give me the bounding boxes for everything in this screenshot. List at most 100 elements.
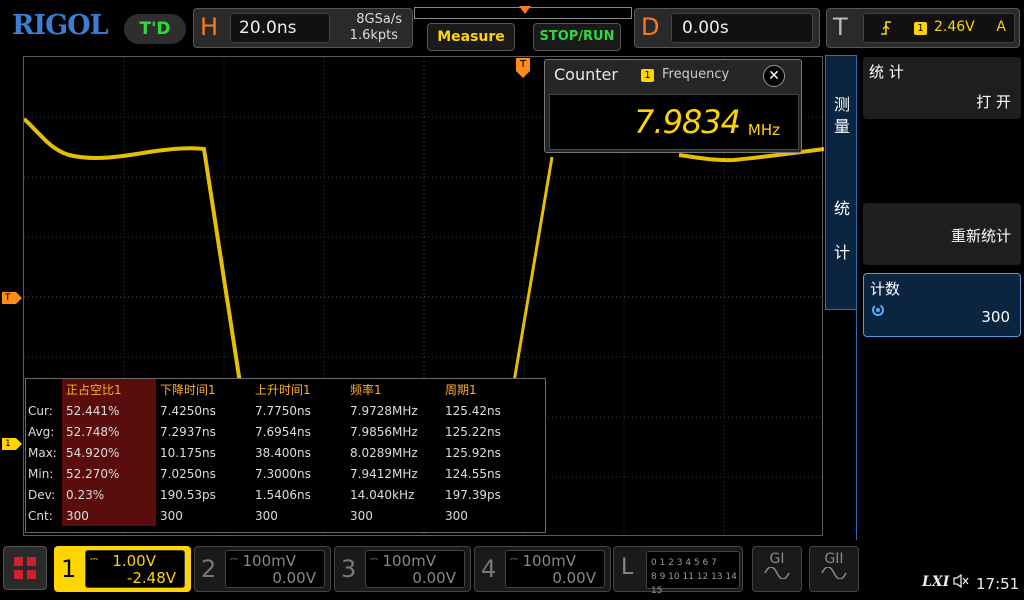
channel-scale: 100mV bbox=[382, 552, 436, 570]
channel-readout: ⎓ 100mV 0.00V bbox=[365, 550, 465, 588]
channel-scale: 100mV bbox=[242, 552, 296, 570]
counter-window[interactable]: Counter 1 Frequency ✕ 7.9834 MHz bbox=[544, 59, 802, 153]
lxi-logo: LXI bbox=[922, 574, 950, 590]
stats-cell: 0.23% bbox=[62, 484, 156, 505]
run-state-badge[interactable]: T'D bbox=[124, 14, 186, 44]
timebase-value: 20.0ns bbox=[230, 13, 330, 43]
stats-header-cell: 正占空比1 bbox=[62, 379, 156, 400]
trigger-label: T bbox=[833, 13, 848, 41]
home-menu-button[interactable] bbox=[3, 546, 47, 590]
trigger-source-badge: 1 bbox=[914, 22, 927, 35]
menu-item-value: 重新统计 bbox=[950, 227, 1011, 245]
menu-tab[interactable]: 测 量 统 计 bbox=[825, 55, 857, 310]
channel-scale: 1.00V bbox=[112, 552, 156, 570]
sample-rate: 8GSa/s bbox=[356, 12, 402, 27]
stats-cell: Dev: bbox=[28, 487, 56, 502]
menu-item-reset-statistics[interactable]: 重新统计 bbox=[863, 203, 1021, 265]
menu-tab-char: 测 bbox=[834, 95, 851, 114]
stats-cell: Cur: bbox=[28, 403, 53, 418]
clock: 17:51 bbox=[976, 575, 1020, 593]
stats-row: Cur: 52.441% 7.4250ns 7.7750ns 7.9728MHz… bbox=[26, 400, 536, 421]
close-icon[interactable]: ✕ bbox=[763, 65, 785, 87]
stats-cell: 125.42ns bbox=[445, 403, 501, 418]
stats-cell: 300 bbox=[255, 508, 278, 523]
counter-value-box: 7.9834 MHz bbox=[549, 94, 799, 150]
horizontal-label: H bbox=[200, 13, 219, 41]
channel-readout: ⎓ 1.00V -2.48V bbox=[85, 550, 185, 588]
stats-cell: 300 bbox=[350, 508, 373, 523]
channel-2-box[interactable]: 2 ⎓ 100mV 0.00V bbox=[194, 546, 331, 592]
stats-header-cell bbox=[26, 379, 62, 400]
menu-item-value: 300 bbox=[981, 308, 1010, 326]
stats-cell: 124.55ns bbox=[445, 466, 501, 481]
logic-label: L bbox=[621, 555, 634, 580]
stats-cell: 54.920% bbox=[62, 442, 156, 463]
delay-panel[interactable]: D 0.00s bbox=[634, 8, 820, 48]
stats-header-cell: 频率1 bbox=[350, 383, 382, 397]
measure-button[interactable]: Measure bbox=[427, 23, 515, 51]
stats-cell: 52.441% bbox=[62, 400, 156, 421]
channel-1-offset-marker[interactable]: 1 bbox=[2, 438, 22, 450]
generator-1-button[interactable]: GI bbox=[752, 546, 802, 592]
channel-3-box[interactable]: 3 ⎓ 100mV 0.00V bbox=[334, 546, 471, 592]
home-icon bbox=[14, 570, 23, 579]
stats-cell: 14.040kHz bbox=[350, 487, 415, 502]
delay-value: 0.00s bbox=[671, 13, 813, 43]
menu-item-value: 打 开 bbox=[976, 93, 1011, 111]
stats-cell: Cnt: bbox=[28, 508, 53, 523]
dc-coupling-icon: ⎓ bbox=[370, 554, 378, 565]
menu-tab-char: 计 bbox=[834, 243, 851, 262]
stats-cell: Avg: bbox=[28, 424, 55, 439]
measurement-statistics-table[interactable]: 正占空比1 下降时间1 上升时间1 频率1 周期1 Cur: 52.441% 7… bbox=[25, 378, 546, 533]
stats-header-cell: 下降时间1 bbox=[160, 383, 216, 397]
stats-header-cell: 周期1 bbox=[445, 383, 477, 397]
channel-1-trace-rise bbox=[512, 156, 554, 383]
stats-cell: 300 bbox=[62, 505, 156, 526]
channel-number: 4 bbox=[481, 555, 497, 583]
channel-offset: 0.00V bbox=[552, 569, 596, 587]
memory-depth: 1.6kpts bbox=[349, 28, 398, 43]
stats-cell: 7.0250ns bbox=[160, 466, 216, 481]
channel-1-box[interactable]: 1 ⎓ 1.00V -2.48V bbox=[54, 546, 191, 592]
trigger-level-marker[interactable]: T bbox=[2, 292, 22, 304]
channel-offset: 0.00V bbox=[272, 569, 316, 587]
stats-cell: 7.2937ns bbox=[160, 424, 216, 439]
logic-row: 8 9 10 11 12 13 14 15 bbox=[651, 572, 737, 596]
sine-wave-icon bbox=[753, 566, 801, 583]
channel-readout: ⎓ 100mV 0.00V bbox=[505, 550, 605, 588]
counter-source-badge: 1 bbox=[641, 69, 654, 82]
channel-number: 2 bbox=[201, 555, 217, 583]
stats-cell: 7.9412MHz bbox=[350, 466, 418, 481]
stop-run-button[interactable]: STOP/RUN bbox=[533, 23, 621, 51]
stats-cell: 125.92ns bbox=[445, 445, 501, 460]
channel-offset: -2.48V bbox=[126, 569, 176, 587]
generator-2-button[interactable]: GII bbox=[809, 546, 859, 592]
speaker-muted-icon[interactable] bbox=[952, 573, 970, 593]
stats-header-row: 正占空比1 下降时间1 上升时间1 频率1 周期1 bbox=[26, 379, 536, 400]
home-icon bbox=[27, 570, 36, 579]
side-menu: 统 计 打 开 重新统计 计数 300 bbox=[856, 55, 1024, 565]
logic-analyzer-box[interactable]: L 0 1 2 3 4 5 6 7 8 9 10 11 12 13 14 15 bbox=[613, 546, 743, 596]
menu-item-statistics[interactable]: 统 计 打 开 bbox=[863, 57, 1021, 119]
counter-unit: MHz bbox=[747, 121, 780, 139]
channel-offset: 0.00V bbox=[412, 569, 456, 587]
menu-item-label: 统 计 bbox=[869, 63, 904, 81]
stats-header-cell: 上升时间1 bbox=[255, 383, 311, 397]
stats-cell: 10.175ns bbox=[160, 445, 216, 460]
top-bar: RIGOL T'D H 20.0ns 8GSa/s 1.6kpts Measur… bbox=[0, 0, 1024, 56]
stats-cell: 1.5406ns bbox=[255, 487, 311, 502]
dc-coupling-icon: ⎓ bbox=[230, 554, 238, 565]
stats-cell: 125.22ns bbox=[445, 424, 501, 439]
channel-number: 3 bbox=[341, 555, 357, 583]
stats-cell: 190.53ps bbox=[160, 487, 216, 502]
horizontal-panel[interactable]: H 20.0ns 8GSa/s 1.6kpts bbox=[193, 8, 413, 48]
channel-4-box[interactable]: 4 ⎓ 100mV 0.00V bbox=[474, 546, 611, 592]
stats-cell: 7.9856MHz bbox=[350, 424, 418, 439]
rotary-knob-icon bbox=[870, 302, 886, 322]
counter-value: 7.9834 bbox=[634, 103, 741, 141]
menu-item-count[interactable]: 计数 300 bbox=[863, 273, 1021, 337]
trigger-panel[interactable]: T 1 2.46V A bbox=[826, 8, 1020, 48]
stats-cell: 7.3000ns bbox=[255, 466, 311, 481]
home-icon bbox=[27, 557, 36, 566]
stats-cell: 197.39ps bbox=[445, 487, 501, 502]
